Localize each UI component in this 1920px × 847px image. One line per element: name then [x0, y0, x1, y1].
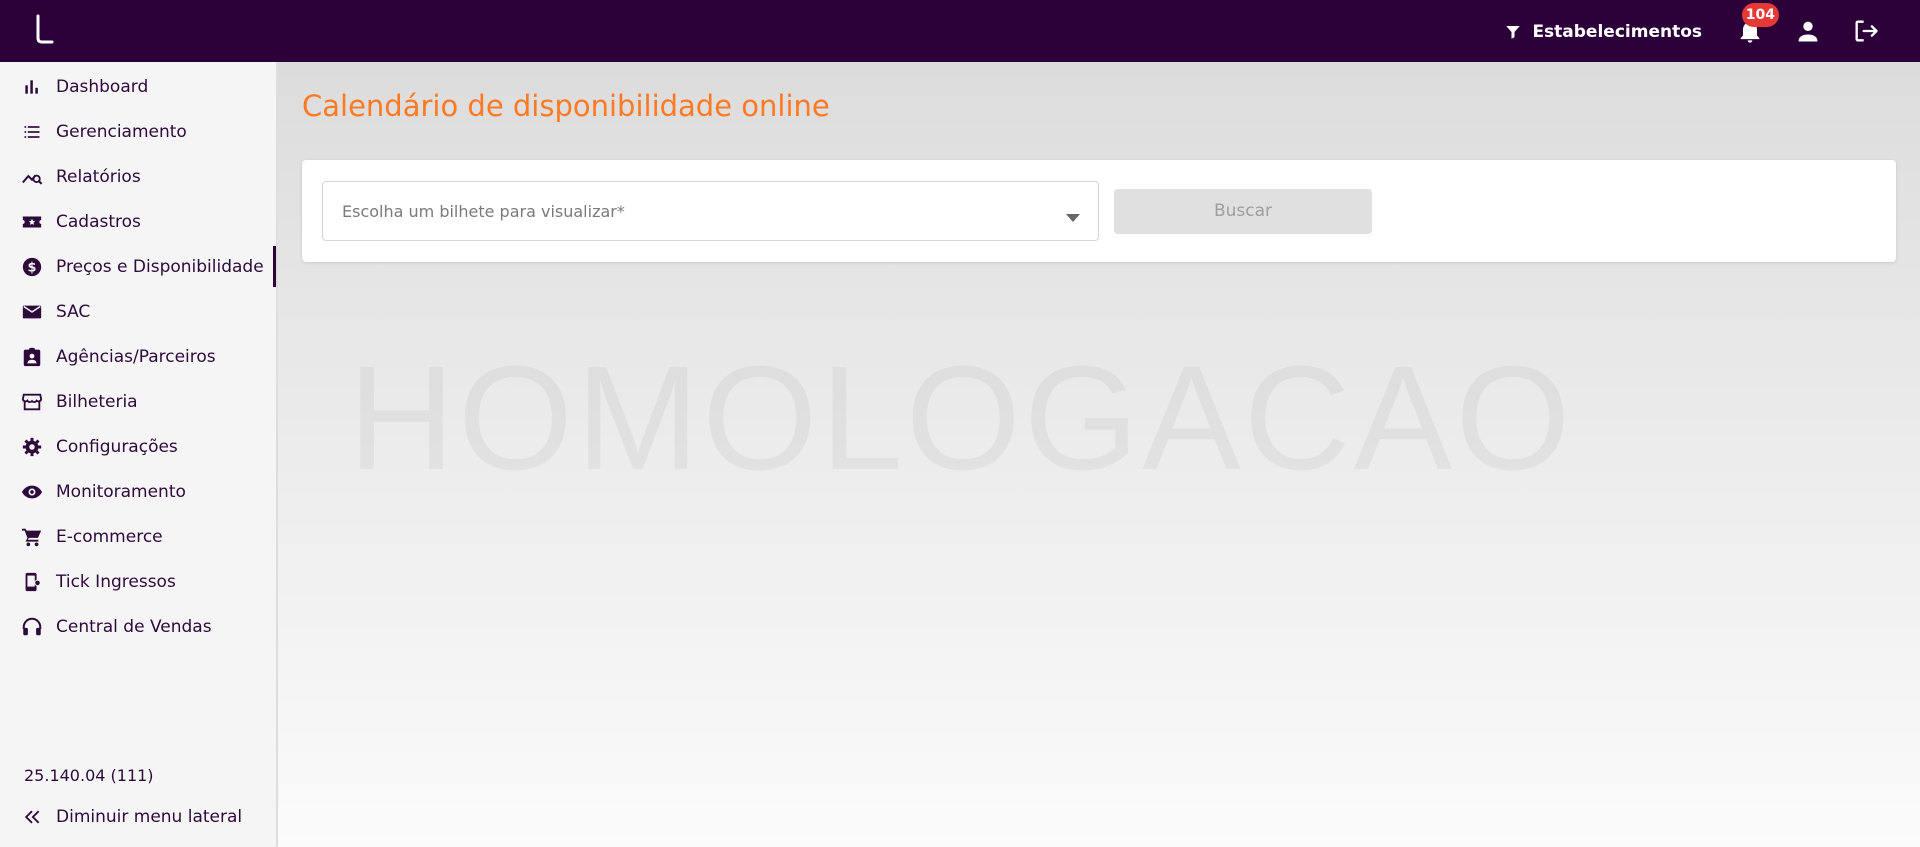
sidebar-item-label: Tick Ingressos — [56, 571, 176, 592]
environment-watermark: HOMOLOGACAO — [348, 334, 1573, 504]
sidebar-menu: Dashboard Gerenciamento Relatórios Cadas… — [0, 62, 276, 649]
sidebar-item-label: Dashboard — [56, 76, 149, 97]
bar-chart-icon — [20, 75, 44, 99]
collapse-sidebar-button[interactable]: Diminuir menu lateral — [20, 802, 242, 832]
sidebar: Dashboard Gerenciamento Relatórios Cadas… — [0, 62, 277, 847]
search-button[interactable]: Buscar — [1114, 189, 1372, 234]
sidebar-item-label: Central de Vendas — [56, 616, 212, 637]
contact-badge-icon — [20, 345, 44, 369]
top-bar: Estabelecimentos 104 — [0, 0, 1920, 62]
list-icon — [20, 120, 44, 144]
filter-label: Estabelecimentos — [1532, 22, 1702, 42]
sidebar-item-precos-disponibilidade[interactable]: $ Preços e Disponibilidade — [0, 244, 276, 289]
double-chevron-left-icon — [20, 805, 44, 829]
sidebar-item-label: Preços e Disponibilidade — [56, 256, 264, 277]
filter-icon — [1506, 26, 1521, 39]
headset-icon — [20, 615, 44, 639]
main-content: Calendário de disponibilidade online HOM… — [278, 62, 1920, 847]
user-icon[interactable] — [1794, 17, 1822, 45]
sidebar-item-monitoramento[interactable]: Monitoramento — [0, 469, 276, 514]
sidebar-item-central-vendas[interactable]: Central de Vendas — [0, 604, 276, 649]
chart-search-icon — [20, 165, 44, 189]
sidebar-item-tick-ingressos[interactable]: Tick Ingressos — [0, 559, 276, 604]
establishments-filter-button[interactable]: Estabelecimentos — [1504, 18, 1702, 46]
eye-icon — [20, 480, 44, 504]
sidebar-item-configuracoes[interactable]: Configurações — [0, 424, 276, 469]
filter-card: Escolha um bilhete para visualizar* Busc… — [302, 160, 1896, 262]
sidebar-item-label: Cadastros — [56, 211, 141, 232]
cart-icon — [20, 525, 44, 549]
sidebar-item-agencias-parceiros[interactable]: Agências/Parceiros — [0, 334, 276, 379]
tablet-icon — [20, 570, 44, 594]
mail-icon — [20, 300, 44, 324]
svg-text:$: $ — [28, 260, 37, 275]
sidebar-item-dashboard[interactable]: Dashboard — [0, 64, 276, 109]
sidebar-item-label: SAC — [56, 301, 91, 322]
app-logo[interactable] — [34, 14, 54, 44]
sidebar-item-label: E-commerce — [56, 526, 163, 547]
store-icon — [20, 390, 44, 414]
dropdown-arrow-icon — [1066, 207, 1080, 226]
sidebar-item-label: Agências/Parceiros — [56, 346, 216, 367]
logout-icon[interactable] — [1852, 17, 1880, 45]
sidebar-item-sac[interactable]: SAC — [0, 289, 276, 334]
sidebar-item-label: Gerenciamento — [56, 121, 187, 142]
sidebar-item-gerenciamento[interactable]: Gerenciamento — [0, 109, 276, 154]
sidebar-item-label: Relatórios — [56, 166, 141, 187]
star-ticket-icon — [20, 210, 44, 234]
dollar-circle-icon: $ — [20, 255, 44, 279]
sidebar-item-cadastros[interactable]: Cadastros — [0, 199, 276, 244]
page-title: Calendário de disponibilidade online — [302, 89, 830, 123]
sidebar-item-label: Bilheteria — [56, 391, 138, 412]
sidebar-item-label: Configurações — [56, 436, 178, 457]
sidebar-item-label: Monitoramento — [56, 481, 186, 502]
sidebar-item-e-commerce[interactable]: E-commerce — [0, 514, 276, 559]
sidebar-item-relatorios[interactable]: Relatórios — [0, 154, 276, 199]
app-version: 25.140.04 (111) — [24, 766, 154, 785]
ticket-select-placeholder: Escolha um bilhete para visualizar* — [342, 202, 625, 221]
collapse-label: Diminuir menu lateral — [56, 807, 243, 827]
sidebar-item-bilheteria[interactable]: Bilheteria — [0, 379, 276, 424]
gear-icon — [20, 435, 44, 459]
notification-badge: 104 — [1741, 3, 1779, 27]
ticket-select[interactable]: Escolha um bilhete para visualizar* — [322, 181, 1099, 241]
